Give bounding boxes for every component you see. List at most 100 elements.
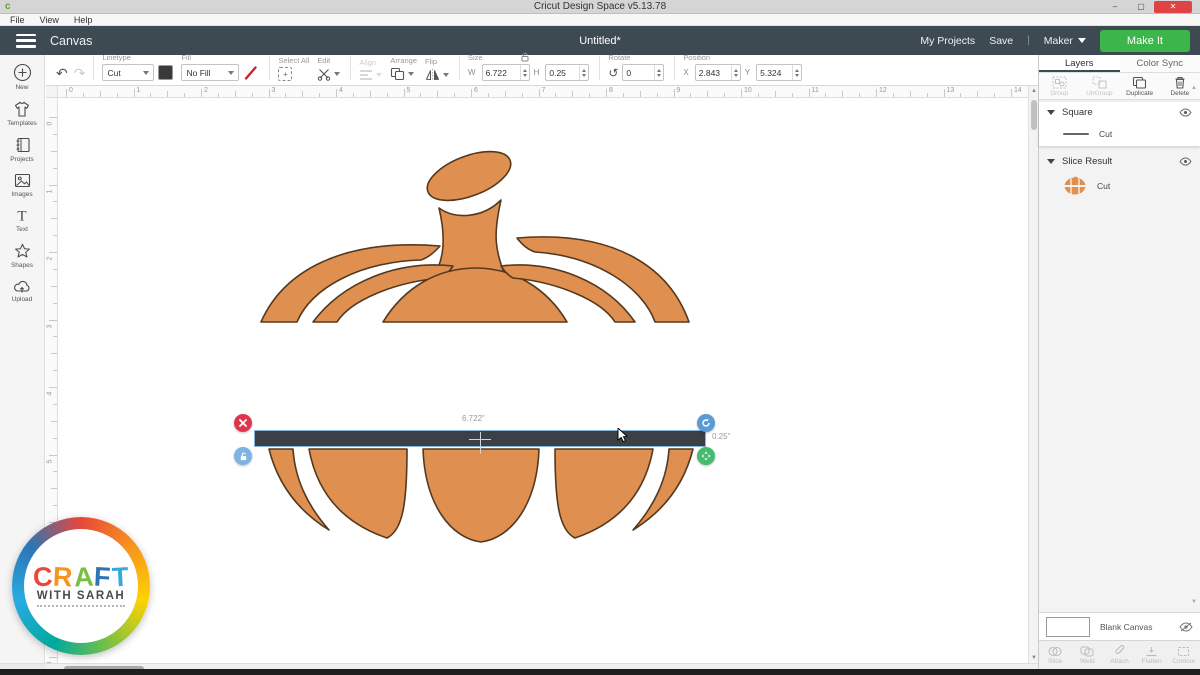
align-button[interactable] <box>359 69 382 81</box>
linetype-group: Linetype Cut <box>102 53 173 81</box>
chevron-down-icon <box>334 72 340 76</box>
stepper-icon[interactable] <box>792 65 801 80</box>
shapes-icon <box>13 242 32 260</box>
delete-handle[interactable] <box>234 414 252 432</box>
chevron-down-icon <box>1078 38 1086 43</box>
fill-dropdown[interactable]: No Fill <box>181 64 239 81</box>
trash-icon <box>1174 76 1186 89</box>
rotate-icon <box>701 418 711 428</box>
lock-handle[interactable] <box>234 447 252 465</box>
tab-layers[interactable]: Layers <box>1039 55 1120 72</box>
pumpkin-stem-cap[interactable] <box>421 148 517 210</box>
machine-selector[interactable]: Maker <box>1044 35 1086 47</box>
position-x-input[interactable]: 2.843 <box>695 64 741 81</box>
combine-actions-bar: Slice Weld Attach Flatten Contour <box>1039 640 1200 669</box>
weld-button[interactable]: Weld <box>1071 646 1103 665</box>
layer-square[interactable]: Square Cut <box>1039 102 1200 146</box>
linetype-color-swatch[interactable] <box>158 65 173 80</box>
sidebar-item-templates[interactable]: Templates <box>0 100 45 127</box>
sidebar-item-upload[interactable]: Upload <box>0 278 45 303</box>
blank-canvas-swatch[interactable] <box>1046 617 1090 637</box>
menu-view[interactable]: View <box>40 15 59 25</box>
upload-cloud-icon <box>12 278 32 294</box>
visibility-eye-icon[interactable] <box>1179 108 1192 117</box>
redo-button[interactable]: ↷ <box>74 65 86 81</box>
close-button[interactable]: ✕ <box>1154 1 1192 13</box>
visibility-eye-icon[interactable] <box>1179 157 1192 166</box>
layer-square-cut-row[interactable]: Cut <box>1039 122 1200 146</box>
top-nav: Canvas Untitled* My Projects Save | Make… <box>0 26 1200 55</box>
sidebar-item-images[interactable]: Images <box>0 172 45 198</box>
attach-button[interactable]: Attach <box>1103 645 1135 665</box>
undo-button[interactable]: ↶ <box>56 65 68 81</box>
collapse-caret-icon[interactable] <box>1047 110 1055 115</box>
tab-color-sync[interactable]: Color Sync <box>1120 55 1200 72</box>
group-button[interactable]: Group <box>1039 76 1079 97</box>
minimize-button[interactable]: – <box>1102 1 1128 13</box>
chevron-down-icon <box>408 72 414 76</box>
flip-button[interactable] <box>425 68 449 81</box>
image-icon <box>13 172 32 189</box>
layer-slice-result[interactable]: Slice Result Cut <box>1039 151 1200 201</box>
flatten-icon <box>1145 646 1158 657</box>
duplicate-button[interactable]: Duplicate <box>1120 76 1160 97</box>
craft-with-sarah-logo: CRAFT WITH SARAH <box>12 517 150 655</box>
edit-menu-button[interactable] <box>317 67 340 81</box>
flatten-button[interactable]: Flatten <box>1136 646 1168 665</box>
my-projects-link[interactable]: My Projects <box>920 35 975 47</box>
linetype-dropdown[interactable]: Cut <box>102 64 154 81</box>
align-icon <box>359 69 373 81</box>
ruler-horizontal: 01234567891011121314 <box>58 86 1028 98</box>
lock-icon[interactable] <box>520 52 530 62</box>
rotate-handle[interactable] <box>697 414 715 432</box>
stepper-icon[interactable] <box>654 65 663 80</box>
stepper-icon[interactable] <box>579 65 588 80</box>
sidebar-item-projects[interactable]: Projects <box>0 136 45 163</box>
maximize-button[interactable]: ▢ <box>1128 1 1154 13</box>
arrange-button[interactable] <box>390 67 417 81</box>
collapse-caret-icon[interactable] <box>1047 159 1055 164</box>
size-height-input[interactable]: 0.25 <box>545 64 589 81</box>
pumpkin-segment[interactable] <box>423 449 539 542</box>
position-group: Position X 2.843 Y 5.324 <box>683 53 802 81</box>
paperclip-icon <box>1114 645 1126 657</box>
save-link[interactable]: Save <box>989 35 1013 47</box>
pumpkin-top-shape[interactable] <box>255 148 695 323</box>
select-all-button[interactable]: + <box>278 67 292 81</box>
contour-icon <box>1177 646 1190 657</box>
vertical-scrollbar[interactable]: ▲ ▼ <box>1028 86 1038 663</box>
position-y-input[interactable]: 5.324 <box>756 64 802 81</box>
slice-button[interactable]: Slice <box>1039 646 1071 665</box>
sidebar-item-new[interactable]: New <box>0 63 45 91</box>
contour-button[interactable]: Contour <box>1168 646 1200 665</box>
rotate-input[interactable]: 0 <box>622 64 664 81</box>
menu-file[interactable]: File <box>10 15 25 25</box>
selected-rectangle[interactable] <box>254 430 706 447</box>
resize-handle[interactable] <box>697 447 715 465</box>
stepper-icon[interactable] <box>731 65 740 80</box>
resize-arrows-icon <box>701 451 711 461</box>
sidebar-item-text[interactable]: T Text <box>0 207 45 233</box>
duplicate-icon <box>1132 76 1147 89</box>
ungroup-button[interactable]: UnGroup <box>1079 76 1119 97</box>
visibility-off-icon[interactable] <box>1179 622 1193 632</box>
selection-height-label: 0.25" <box>712 432 730 441</box>
make-it-button[interactable]: Make It <box>1100 30 1190 52</box>
size-width-input[interactable]: 6.722 <box>482 64 530 81</box>
pen-icon[interactable] <box>243 65 259 81</box>
logo-word: CRAFT <box>33 565 130 589</box>
pumpkin-bottom-shape[interactable] <box>257 447 705 547</box>
blank-canvas-row[interactable]: Blank Canvas <box>1039 612 1200 640</box>
stepper-icon[interactable] <box>520 65 529 80</box>
panel-scroll-down-icon[interactable]: ▼ <box>1191 599 1197 605</box>
app-window: c Cricut Design Space v5.13.78 – ▢ ✕ Fil… <box>0 0 1200 675</box>
vertical-scroll-thumb[interactable] <box>1031 100 1037 130</box>
chevron-down-icon <box>443 73 449 77</box>
panel-scroll-up-icon[interactable]: ▲ <box>1191 85 1197 91</box>
menu-help[interactable]: Help <box>74 15 93 25</box>
size-group: Size W 6.722 H 0.25 <box>468 53 589 81</box>
chevron-down-icon <box>143 71 149 75</box>
sidebar-item-shapes[interactable]: Shapes <box>0 242 45 269</box>
layer-slice-cut-row[interactable]: Cut <box>1039 171 1200 201</box>
tshirt-icon <box>12 100 32 118</box>
